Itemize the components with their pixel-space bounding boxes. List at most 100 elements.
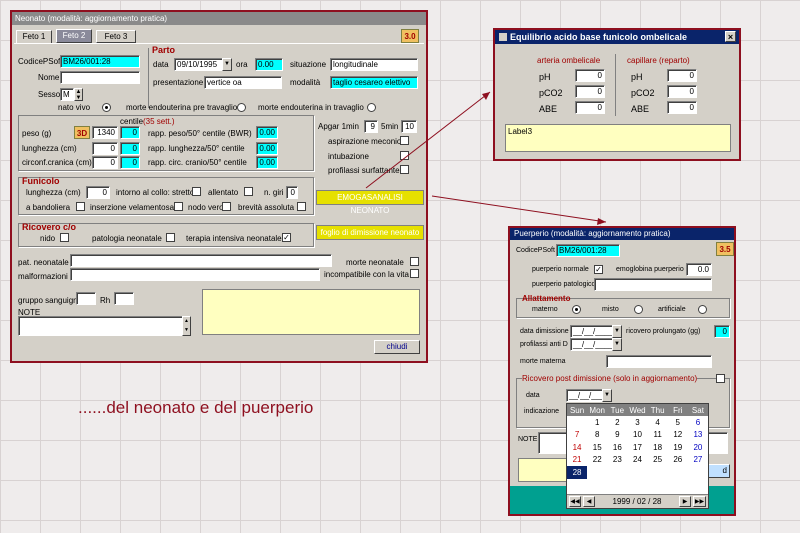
- calendar-day[interactable]: 20: [688, 441, 708, 454]
- calendar-day[interactable]: 7: [567, 429, 587, 442]
- emogasanalisi-button[interactable]: EMOGASANALISI NEONATO: [316, 190, 424, 215]
- calendar-day[interactable]: 23: [607, 454, 627, 467]
- emoglobina-field[interactable]: 0.0: [686, 263, 712, 276]
- sesso-spinner[interactable]: ▲ ▼: [74, 88, 83, 101]
- rapp-lung-field[interactable]: 0.00: [256, 142, 278, 155]
- incompatibile-checkbox[interactable]: [410, 269, 419, 278]
- modalita-field[interactable]: taglio cesareo elettivo: [330, 76, 418, 89]
- prev-month-icon[interactable]: ◀: [583, 496, 595, 507]
- ricovero-prolungato-field[interactable]: 0: [714, 325, 730, 338]
- p-data-field[interactable]: __/__/____: [566, 389, 604, 402]
- ph-arteria-field[interactable]: 0: [575, 69, 605, 82]
- inserzione-checkbox[interactable]: [174, 202, 183, 211]
- allentato-checkbox[interactable]: [244, 187, 253, 196]
- tab-feto-2[interactable]: Feto 2: [56, 29, 92, 43]
- lunghezza-centile-field[interactable]: 0: [120, 142, 140, 155]
- tab-feto-3[interactable]: Feto 3: [96, 30, 136, 43]
- calendar-day[interactable]: 24: [627, 454, 647, 467]
- misto-radio[interactable]: [634, 305, 643, 314]
- calendar-day[interactable]: 1: [587, 416, 607, 429]
- apgar1-field[interactable]: 9: [364, 120, 378, 133]
- next-year-icon[interactable]: ▶▶: [693, 496, 706, 507]
- pat-neonatale-field[interactable]: [70, 254, 332, 267]
- morte-neonatale-checkbox[interactable]: [410, 257, 419, 266]
- apgar5-field[interactable]: 10: [401, 120, 417, 133]
- peso-field[interactable]: 1340: [92, 126, 118, 139]
- pco2-capillare-field[interactable]: 0: [667, 85, 697, 98]
- data-dimissione-field[interactable]: __/__/____: [570, 325, 614, 338]
- patologia-checkbox[interactable]: [166, 233, 175, 242]
- calendar-day[interactable]: 28: [567, 466, 588, 479]
- calendar-day[interactable]: 21: [567, 454, 587, 467]
- stretto-checkbox[interactable]: [192, 187, 201, 196]
- next-month-icon[interactable]: ▶: [679, 496, 691, 507]
- nodo-checkbox[interactable]: [222, 202, 231, 211]
- note-field[interactable]: [18, 316, 190, 336]
- terapia-checkbox[interactable]: ✓: [282, 233, 291, 242]
- materno-radio[interactable]: [572, 305, 581, 314]
- intubazione-checkbox[interactable]: [400, 151, 409, 160]
- gruppo-field[interactable]: [76, 292, 96, 305]
- nato-vivo-radio[interactable]: [102, 103, 111, 112]
- abe-arteria-field[interactable]: 0: [575, 101, 605, 114]
- calendar-day[interactable]: 9: [607, 429, 627, 442]
- codicepsoft-field[interactable]: BM26/001:28: [60, 55, 140, 68]
- rh-field[interactable]: [114, 292, 134, 305]
- peso-3d-button[interactable]: 3D: [74, 126, 90, 139]
- p-codicepsoft-field[interactable]: BM26/001:28: [556, 244, 620, 257]
- calendar-day[interactable]: 13: [688, 429, 708, 442]
- patologico-field[interactable]: [594, 278, 712, 291]
- calendar-day[interactable]: 19: [668, 441, 688, 454]
- malformazioni-field[interactable]: [70, 268, 320, 281]
- note-scrollbar[interactable]: ▲ ▼: [182, 316, 191, 336]
- circonf-centile-field[interactable]: 0: [120, 156, 140, 169]
- aspirazione-checkbox[interactable]: [400, 136, 409, 145]
- tab-feto-1[interactable]: Feto 1: [16, 30, 52, 43]
- circonf-field[interactable]: 0: [92, 156, 118, 169]
- data-dropdown[interactable]: ▼: [222, 58, 232, 71]
- calendar-day[interactable]: 17: [627, 441, 647, 454]
- equilibrio-memo[interactable]: Label3: [505, 124, 731, 152]
- calendar-day[interactable]: 12: [668, 429, 688, 442]
- foglio-dimissione-button[interactable]: foglio di dimissione neonato: [316, 225, 424, 240]
- profilassi-dropdown[interactable]: ▼: [612, 338, 622, 351]
- nome-field[interactable]: [60, 71, 140, 84]
- rapp-circ-field[interactable]: 0.00: [256, 156, 278, 169]
- brevita-checkbox[interactable]: [297, 202, 306, 211]
- neonato-memo[interactable]: [202, 289, 420, 335]
- calendar-day[interactable]: 22: [587, 454, 607, 467]
- calendar-day[interactable]: 27: [688, 454, 708, 467]
- normale-checkbox[interactable]: ✓: [594, 265, 603, 274]
- lunghezza-field[interactable]: 0: [92, 142, 118, 155]
- situazione-field[interactable]: longitudinale: [330, 58, 418, 71]
- presentazione-field[interactable]: vertice oa: [204, 76, 282, 89]
- ricovero-post-checkbox[interactable]: [716, 374, 725, 383]
- profilassi-anti-d-field[interactable]: __/__/____: [570, 338, 614, 351]
- chiudi-button[interactable]: chiudi: [374, 340, 420, 354]
- calendar-day[interactable]: 2: [607, 416, 627, 429]
- calendar-day[interactable]: 25: [648, 454, 668, 467]
- peso-centile-field[interactable]: 0: [120, 126, 140, 139]
- calendar-day[interactable]: 5: [668, 416, 688, 429]
- morte-materna-field[interactable]: [606, 355, 712, 368]
- close-icon[interactable]: ×: [725, 31, 736, 42]
- calendar-day[interactable]: 10: [627, 429, 647, 442]
- bandoliera-checkbox[interactable]: [76, 202, 85, 211]
- fun-lung-field[interactable]: 0: [86, 186, 110, 199]
- morte-in-radio[interactable]: [367, 103, 376, 112]
- calendar-day[interactable]: 6: [688, 416, 708, 429]
- calendar-day[interactable]: 3: [627, 416, 647, 429]
- nido-checkbox[interactable]: [60, 233, 69, 242]
- pco2-arteria-field[interactable]: 0: [575, 85, 605, 98]
- calendar-day[interactable]: 4: [648, 416, 668, 429]
- rapp-peso-field[interactable]: 0.00: [256, 126, 278, 139]
- artificiale-radio[interactable]: [698, 305, 707, 314]
- calendar-day[interactable]: 18: [648, 441, 668, 454]
- data-dimissione-dropdown[interactable]: ▼: [612, 325, 622, 338]
- profilassi-checkbox[interactable]: [400, 165, 409, 174]
- calendar-day[interactable]: 8: [587, 429, 607, 442]
- prev-year-icon[interactable]: ◀◀: [569, 496, 581, 507]
- ph-capillare-field[interactable]: 0: [667, 69, 697, 82]
- p-data-dropdown[interactable]: ▼: [602, 389, 612, 402]
- calendar-day[interactable]: 14: [567, 441, 587, 454]
